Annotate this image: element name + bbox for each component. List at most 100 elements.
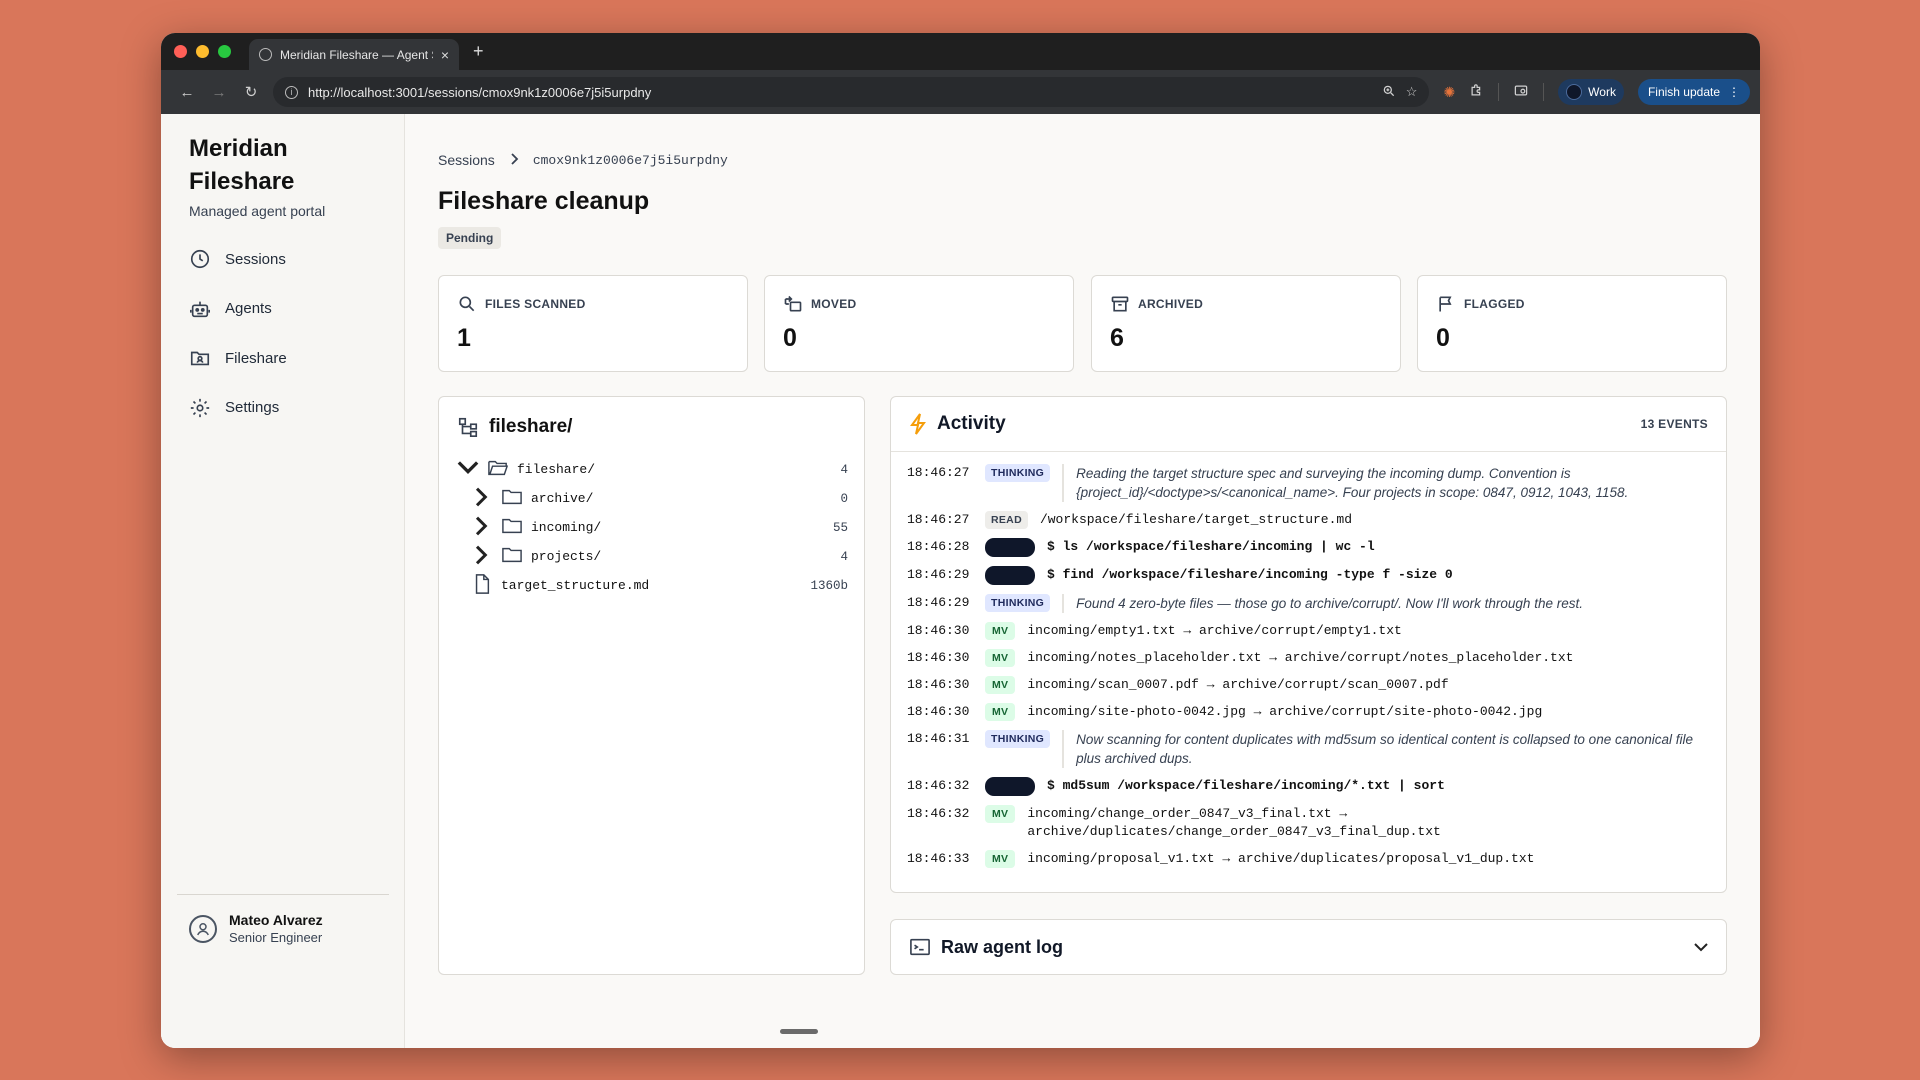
file-tree-panel: fileshare/ fileshare/ 4 archive/ 0 incom…: [438, 396, 865, 975]
tree-item-count: 4: [840, 549, 848, 564]
folder-icon: [501, 545, 523, 569]
puzzle-icon[interactable]: [1469, 83, 1484, 101]
tree-structure-icon: [458, 417, 478, 437]
event-tag: READ: [985, 511, 1028, 529]
back-button[interactable]: ←: [171, 84, 203, 101]
chevron-right-icon[interactable]: [471, 516, 489, 540]
activity-event: 18:46:30 MV incoming/site-photo-0042.jpg →…: [907, 703, 1710, 721]
raw-log-panel[interactable]: Raw agent log: [890, 919, 1727, 975]
event-time: 18:46:27: [907, 512, 970, 527]
file-tree-header: fileshare/: [457, 416, 572, 438]
tree-row-archive[interactable]: archive/ 0: [457, 484, 848, 513]
chevron-right-icon[interactable]: [471, 545, 489, 569]
maximize-window-button[interactable]: [218, 45, 231, 58]
event-list: 18:46:27 THINKING Reading the target struc…: [891, 452, 1726, 868]
sidebar-item-fileshare[interactable]: Fileshare: [181, 338, 391, 378]
event-tag: THINKING: [985, 730, 1051, 748]
stat-value: 0: [1436, 324, 1450, 352]
archive-icon: [1111, 296, 1129, 312]
status-badge: Pending: [438, 227, 502, 249]
tree-row-projects[interactable]: projects/ 4: [457, 542, 848, 571]
stat-value: 0: [783, 324, 797, 352]
tab-title: Meridian Fileshare — Agent S: [280, 47, 433, 62]
command-badge: [985, 777, 1035, 796]
file-tree-title: fileshare/: [489, 416, 573, 437]
sidebar-item-label: Agents: [225, 300, 272, 317]
tree-row-fileshare[interactable]: fileshare/ 4: [457, 455, 848, 484]
user-role: Senior Engineer: [229, 930, 323, 945]
user-avatar-icon: [189, 914, 217, 943]
stat-label-text: FLAGGED: [1464, 297, 1525, 311]
sidebar-item-agents[interactable]: Agents: [181, 289, 391, 329]
site-info-icon[interactable]: i: [285, 85, 298, 99]
user-profile[interactable]: Mateo Alvarez Senior Engineer: [189, 912, 323, 945]
tree-item-count: 0: [840, 491, 848, 506]
stat-card-moved: MOVED 0: [764, 275, 1074, 372]
event-text: incoming/change_order_0847_v3_final.txt …: [1027, 806, 1441, 839]
extension-icon[interactable]: ✺: [1443, 84, 1455, 101]
browser-tab[interactable]: Meridian Fileshare — Agent S ×: [249, 39, 459, 70]
tree-row-incoming[interactable]: incoming/ 55: [457, 513, 848, 542]
close-tab-icon[interactable]: ×: [441, 47, 449, 63]
event-text: incoming/scan_0007.pdf → archive/corrupt…: [1027, 677, 1449, 692]
event-tag: THINKING: [985, 464, 1051, 482]
new-tab-button[interactable]: +: [473, 41, 484, 62]
sidebar-item-sessions[interactable]: Sessions: [181, 239, 391, 279]
event-text: incoming/empty1.txt → archive/corrupt/em…: [1027, 623, 1402, 638]
brand-subtitle: Managed agent portal: [189, 203, 326, 219]
flag-icon: [1439, 296, 1452, 312]
activity-event: 18:46:30 MV incoming/empty1.txt → archive/…: [907, 622, 1710, 640]
tree-row-target-structure[interactable]: target_structure.md 1360b: [457, 571, 848, 600]
lightning-icon: [910, 413, 926, 435]
minimize-window-button[interactable]: [196, 45, 209, 58]
event-text: Now scanning for content duplicates with…: [1062, 730, 1710, 768]
activity-event: 18:46:27 READ/workspace/fileshare/target_…: [907, 511, 1710, 529]
event-tag: MV: [985, 805, 1016, 823]
tab-search-icon[interactable]: [1513, 83, 1529, 101]
reload-button[interactable]: ↻: [235, 83, 267, 101]
event-tag: MV: [985, 676, 1016, 694]
event-tag: MV: [985, 649, 1016, 667]
tree-item-name: target_structure.md: [501, 578, 650, 593]
bookmark-star-icon[interactable]: ☆: [1406, 84, 1418, 100]
activity-panel: Activity 13 EVENTS 18:46:27 THINKING Readi…: [890, 396, 1727, 893]
profile-button[interactable]: Work: [1558, 79, 1624, 105]
scroll-handle[interactable]: [780, 1029, 818, 1034]
breadcrumb-sessions-link[interactable]: Sessions: [438, 152, 495, 168]
chevron-down-icon[interactable]: [1694, 942, 1708, 952]
event-count: 13 EVENTS: [1640, 417, 1708, 431]
profile-label: Work: [1588, 85, 1616, 99]
activity-event: 18:46:30 MV incoming/scan_0007.pdf → archi…: [907, 676, 1710, 694]
stat-label-text: ARCHIVED: [1138, 297, 1204, 311]
url-text: http://localhost:3001/sessions/cmox9nk1z…: [308, 84, 652, 100]
activity-event: 18:46:32 MV incoming/change_order_0847_v3_…: [907, 805, 1710, 841]
event-time: 18:46:30: [907, 623, 970, 638]
forward-button[interactable]: →: [203, 84, 235, 101]
chevron-down-icon[interactable]: [457, 458, 479, 482]
chevron-right-icon[interactable]: [471, 487, 489, 511]
zoom-icon[interactable]: [1382, 84, 1396, 101]
event-time: 18:46:28: [907, 539, 970, 554]
close-window-button[interactable]: [174, 45, 187, 58]
tree-item-name: fileshare/: [517, 462, 596, 477]
window-controls: [174, 45, 231, 58]
sidebar-item-settings[interactable]: Settings: [181, 388, 391, 428]
app-root: Meridian Fileshare Managed agent portal …: [161, 114, 1760, 1048]
file-tree: fileshare/ 4 archive/ 0 incoming/ 55 pro…: [457, 455, 848, 600]
event-text: Reading the target structure spec and su…: [1062, 464, 1710, 502]
event-time: 18:46:32: [907, 778, 970, 793]
tree-item-count: 55: [832, 520, 848, 535]
extension-area: ✺ Work Finish update ⋮: [1443, 79, 1750, 105]
finish-update-button[interactable]: Finish update ⋮: [1637, 79, 1750, 105]
activity-event: 18:46:31 THINKING Now scanning for content…: [907, 730, 1710, 768]
address-bar[interactable]: i http://localhost:3001/sessions/cmox9nk…: [273, 77, 1430, 107]
event-text: $ find /workspace/fileshare/incoming -ty…: [1047, 567, 1453, 582]
more-menu-icon[interactable]: ⋮: [1728, 85, 1740, 99]
chevron-right-icon: [509, 152, 519, 168]
event-time: 18:46:29: [907, 595, 970, 610]
event-time: 18:46:31: [907, 731, 970, 746]
sidebar-item-label: Sessions: [225, 250, 286, 268]
activity-event: 18:46:33 MV incoming/proposal_v1.txt → arc…: [907, 850, 1710, 868]
stat-card-files-scanned: FILES SCANNED 1: [438, 275, 748, 372]
sidebar-nav: Sessions Agents Fileshare Settings: [181, 239, 391, 437]
